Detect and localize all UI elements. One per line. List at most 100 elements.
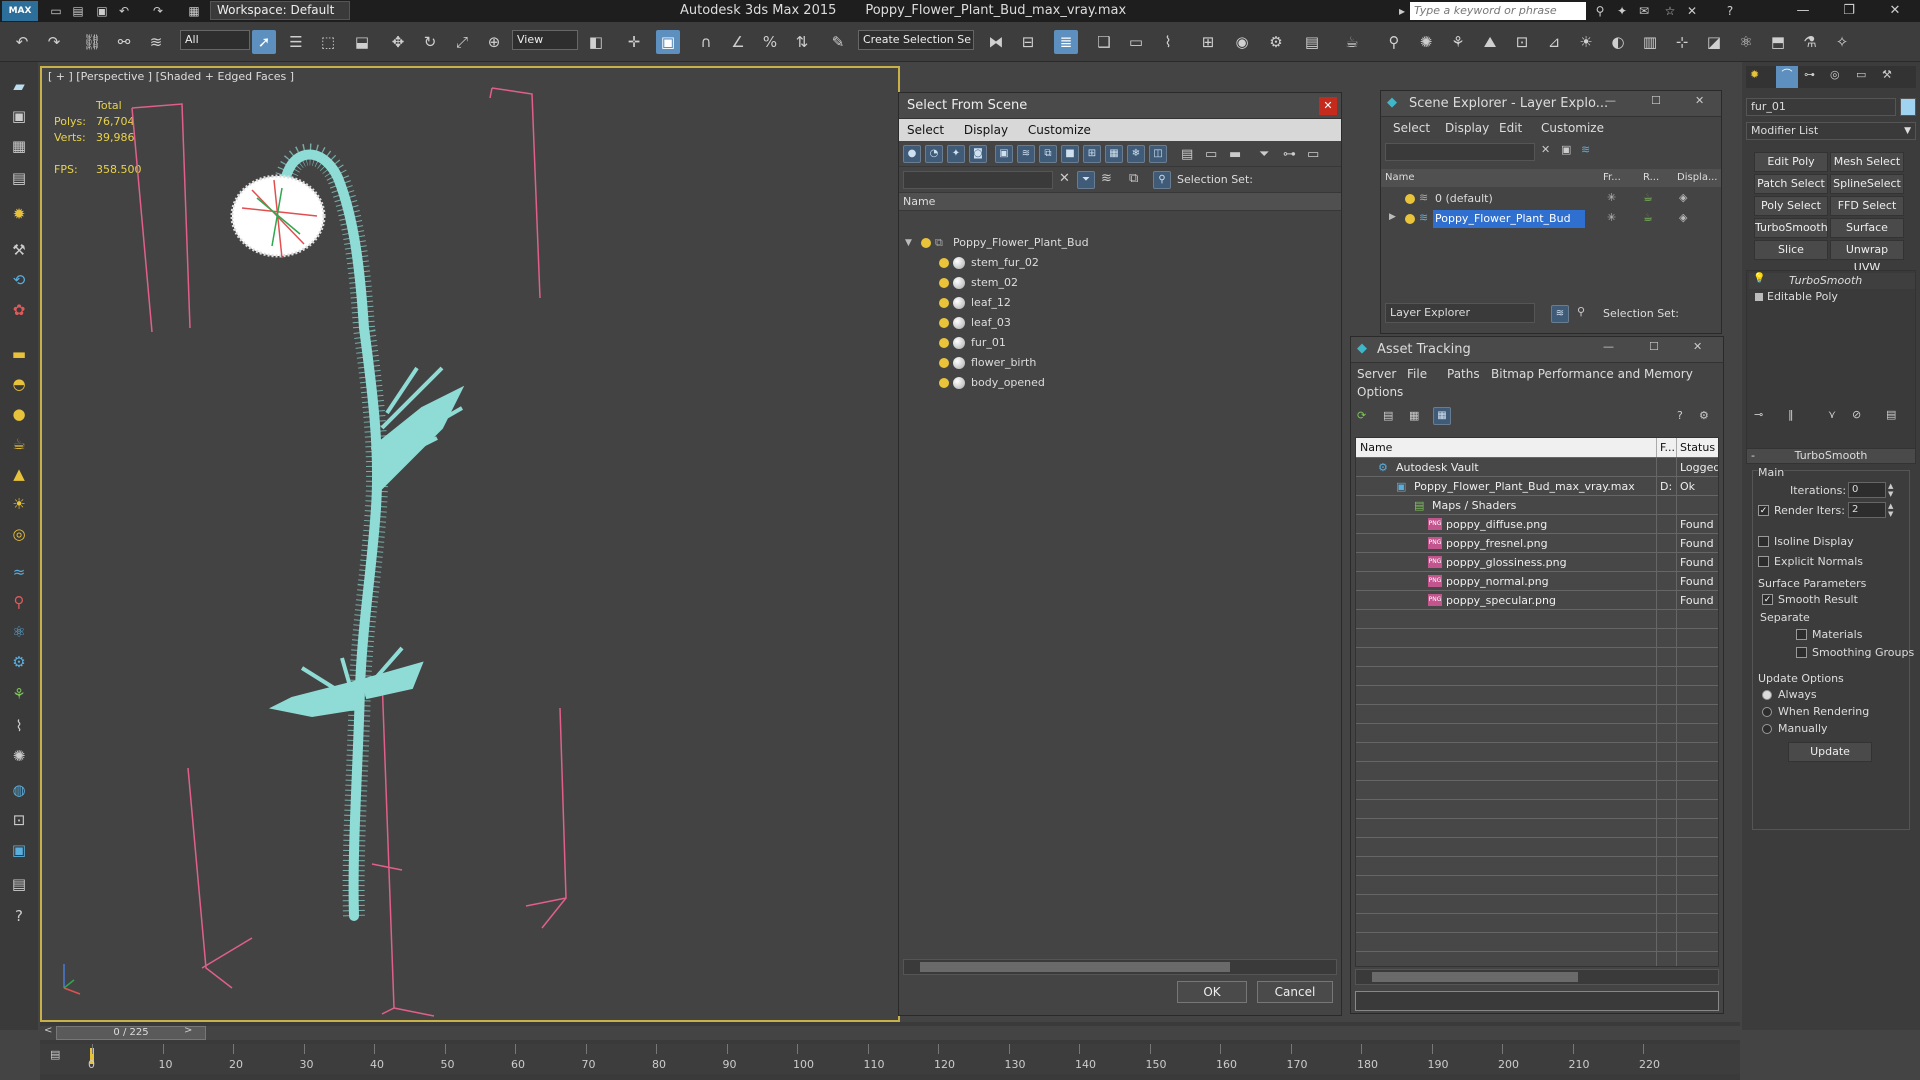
- tree-child-row[interactable]: leaf_03: [899, 313, 1341, 333]
- mini-curve-editor-icon[interactable]: ▤: [50, 1048, 60, 1061]
- display-spacewarps-icon[interactable]: ≋: [1017, 145, 1035, 163]
- display-bones-icon[interactable]: ⊞: [1083, 145, 1101, 163]
- align-icon[interactable]: ⊟: [1016, 30, 1040, 54]
- update-button[interactable]: Update: [1788, 742, 1872, 762]
- render-icon[interactable]: ☕: [1340, 30, 1364, 54]
- display-all-icon[interactable]: ▤: [1181, 147, 1193, 162]
- bulb-icon[interactable]: [1405, 214, 1415, 224]
- menu-select[interactable]: Select: [1393, 121, 1430, 135]
- asset-row[interactable]: [1356, 857, 1718, 876]
- schematic-view-icon[interactable]: ⊞: [1196, 30, 1220, 54]
- freeze-icon[interactable]: ✳: [1607, 211, 1616, 224]
- hierarchy-icon[interactable]: ⚲: [1577, 305, 1585, 318]
- sphere-icon[interactable]: ●: [6, 402, 32, 426]
- menu-edit[interactable]: Edit: [1499, 121, 1522, 135]
- move-icon[interactable]: ✥: [386, 30, 410, 54]
- explicit-normals-checkbox[interactable]: [1758, 556, 1769, 567]
- turbosmooth-rollout-header[interactable]: - TurboSmooth: [1746, 448, 1916, 464]
- select-object-icon[interactable]: ➚: [252, 30, 276, 54]
- render-setup-icon[interactable]: ⚙: [1264, 30, 1288, 54]
- bone-icon[interactable]: ⚲: [6, 590, 32, 614]
- vray-mtl-icon[interactable]: ⚛: [1734, 30, 1758, 54]
- explorer-type-dropdown[interactable]: Layer Explorer: [1385, 303, 1535, 323]
- bind-space-warp-icon[interactable]: ≋: [144, 30, 168, 54]
- selection-set-icon[interactable]: ⚲: [1153, 171, 1171, 189]
- disc-icon[interactable]: ◎: [6, 522, 32, 546]
- display-icon[interactable]: ◈: [1679, 211, 1687, 224]
- hemisphere-icon[interactable]: ◓: [6, 372, 32, 396]
- display-lights-icon[interactable]: ✦: [947, 145, 965, 163]
- iterations-spinner[interactable]: 0: [1848, 482, 1886, 498]
- materials-checkbox[interactable]: [1796, 629, 1807, 640]
- col-name[interactable]: Name: [1360, 438, 1392, 457]
- menu-display[interactable]: Display: [956, 119, 1016, 141]
- settings-icon[interactable]: ⚙: [1699, 409, 1709, 422]
- menu-paths[interactable]: Paths: [1447, 367, 1480, 381]
- asset-row[interactable]: [1356, 914, 1718, 933]
- vray-frame-buffer-icon[interactable]: ▥: [1638, 30, 1662, 54]
- render-region-icon[interactable]: ⊡: [6, 808, 32, 832]
- list-view-icon[interactable]: ▤: [1383, 409, 1393, 422]
- app-logo[interactable]: MAX: [2, 1, 38, 21]
- asset-row[interactable]: PNG poppy_diffuse.png Found: [1356, 515, 1718, 534]
- when-rendering-radio[interactable]: [1762, 707, 1772, 717]
- manually-radio[interactable]: [1762, 724, 1772, 734]
- keyboard-shortcut-override-icon[interactable]: ▣: [656, 30, 680, 54]
- particle-icon[interactable]: ✿: [6, 298, 32, 322]
- display-none-icon[interactable]: ▭: [1205, 147, 1217, 162]
- display-helpers-icon[interactable]: ▣: [995, 145, 1013, 163]
- reference-coordinate-dropdown[interactable]: View: [512, 30, 578, 50]
- communication-icon[interactable]: ✉: [1636, 3, 1652, 19]
- modify-tab-icon[interactable]: ⌒: [1776, 66, 1798, 88]
- make-unique-icon[interactable]: ⋎: [1828, 408, 1836, 421]
- horizontal-scrollbar[interactable]: [1355, 969, 1719, 985]
- col-render[interactable]: R...: [1643, 172, 1659, 183]
- unlink-icon[interactable]: ⚯: [112, 30, 136, 54]
- display-groups-icon[interactable]: ⧉: [1039, 145, 1057, 163]
- material-editor-icon[interactable]: ◉: [1230, 30, 1254, 54]
- asset-row[interactable]: [1356, 838, 1718, 857]
- spinner-arrows-icon[interactable]: ▲ ▼: [1888, 502, 1893, 518]
- asset-row[interactable]: PNG poppy_specular.png Found: [1356, 591, 1718, 610]
- vray-dome-icon[interactable]: ◐: [1606, 30, 1630, 54]
- fur-icon[interactable]: ✺: [6, 744, 32, 768]
- bulb-icon[interactable]: [939, 338, 949, 348]
- time-slider[interactable]: < 0 / 225 >: [40, 1025, 1740, 1040]
- smooth-result-checkbox[interactable]: ✓: [1762, 594, 1773, 605]
- placement-icon[interactable]: ⊕: [482, 30, 506, 54]
- atom-icon[interactable]: ⚛: [6, 620, 32, 644]
- flower-bud[interactable]: [230, 174, 326, 259]
- tree-child-row[interactable]: stem_fur_02: [899, 253, 1341, 273]
- dialog-close-button[interactable]: ✕: [1319, 97, 1337, 115]
- edit-poly-button[interactable]: Edit Poly: [1754, 152, 1828, 172]
- asset-row[interactable]: [1356, 686, 1718, 705]
- menu-customize[interactable]: Customize: [1020, 119, 1099, 141]
- poppy-plant[interactable]: [268, 143, 465, 921]
- light-bulb-icon[interactable]: 💡: [1753, 273, 1765, 284]
- curve-editor-icon[interactable]: ⌇: [1156, 30, 1180, 54]
- scrollbar-thumb[interactable]: [920, 962, 1230, 972]
- subscription-icon[interactable]: ✦: [1614, 3, 1630, 19]
- col-full-path[interactable]: F...: [1656, 438, 1675, 457]
- vray-fur-icon[interactable]: ⚘: [1446, 30, 1470, 54]
- sun-icon[interactable]: ☀: [6, 492, 32, 516]
- mesh-select-button[interactable]: Mesh Select: [1830, 152, 1904, 172]
- vray-toolbox-icon[interactable]: ⚗: [1798, 30, 1822, 54]
- display-frozen-icon[interactable]: ❄: [1127, 145, 1145, 163]
- remove-modifier-icon[interactable]: ⊘: [1852, 408, 1861, 421]
- favorites-icon[interactable]: ☆: [1662, 3, 1678, 19]
- bulb-icon[interactable]: [921, 238, 931, 248]
- display-hidden-icon[interactable]: ◫: [1149, 145, 1167, 163]
- display-invert-icon[interactable]: ▬: [1229, 147, 1241, 162]
- vray-ies-icon[interactable]: ⊹: [1670, 30, 1694, 54]
- scale-icon[interactable]: ⤢: [450, 30, 474, 54]
- bulb-icon[interactable]: [939, 298, 949, 308]
- tree-root-row[interactable]: ▼ ⧉ Poppy_Flower_Plant_Bud: [899, 233, 1341, 253]
- menu-display[interactable]: Display: [1445, 121, 1489, 135]
- bulb-icon[interactable]: [939, 358, 949, 368]
- ok-button[interactable]: OK: [1177, 981, 1247, 1003]
- maximize-button[interactable]: ❐: [1834, 2, 1864, 20]
- filter-toggle-icon[interactable]: ⏷: [1077, 171, 1095, 189]
- asset-row[interactable]: [1356, 648, 1718, 667]
- bulb-icon[interactable]: [939, 258, 949, 268]
